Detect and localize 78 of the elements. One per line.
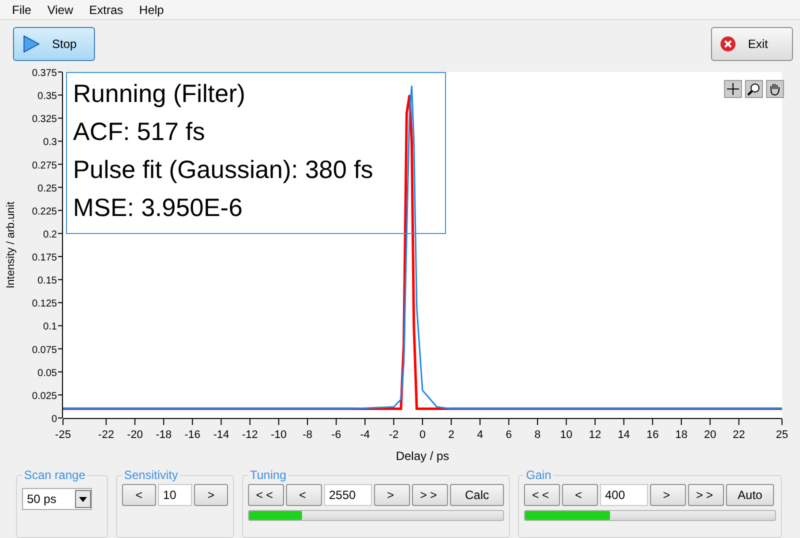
tick-label: -12 <box>242 429 258 441</box>
hand-icon[interactable] <box>766 80 784 98</box>
tick-label: 12 <box>588 429 602 441</box>
group-label: Sensitivity <box>123 468 180 482</box>
zoom-icon[interactable] <box>745 80 763 98</box>
play-icon <box>22 35 40 54</box>
menu-item[interactable]: View <box>39 2 82 17</box>
group-label: Scan range <box>23 468 86 482</box>
exit-button[interactable]: Exit <box>711 27 793 62</box>
tick-label: -8 <box>302 429 312 441</box>
tick-label: 0.025 <box>32 390 57 402</box>
tick-label: 0.375 <box>32 68 57 79</box>
axis-title: Intensity / arb.unit <box>5 202 17 288</box>
step-button[interactable]: << <box>248 484 284 506</box>
tick-label: 0.225 <box>32 206 57 218</box>
tick-label: 25 <box>776 429 788 441</box>
tick-label: 0.325 <box>32 114 57 126</box>
tick-label: 0.1 <box>43 322 57 333</box>
tick-label: -6 <box>331 429 342 441</box>
menu-item[interactable]: Extras <box>81 2 132 17</box>
tick-label: -22 <box>98 429 114 441</box>
tick-label: 0.05 <box>38 368 57 379</box>
tick-label: 18 <box>675 429 688 441</box>
tick-label: 0.125 <box>32 298 57 310</box>
crosshair-icon[interactable] <box>724 80 742 98</box>
status-text: MSE: 3.950E-6 <box>73 193 243 224</box>
menu-item[interactable]: File <box>4 2 40 17</box>
step-button[interactable]: << <box>524 484 560 506</box>
tick-label: -14 <box>213 429 230 441</box>
tick-label: 0.25 <box>38 183 57 194</box>
tick-label: 0.3 <box>43 137 57 148</box>
value-field[interactable]: 10 <box>158 484 192 506</box>
step-button[interactable]: > <box>650 484 686 506</box>
menu-item[interactable]: Help <box>131 2 172 17</box>
tick-label: 16 <box>646 429 659 441</box>
value-field[interactable]: 400 <box>600 484 648 506</box>
tick-label: 8 <box>534 429 541 441</box>
tick-label: 22 <box>732 429 745 441</box>
tick-label: 14 <box>618 429 630 441</box>
tick-label: -4 <box>360 429 370 441</box>
step-button[interactable]: < <box>562 484 598 506</box>
step-button[interactable]: < <box>122 484 156 506</box>
tick-label: 0.175 <box>32 252 57 264</box>
group-label: Gain <box>525 468 552 482</box>
tick-label: 6 <box>506 429 512 441</box>
step-button[interactable]: > <box>374 484 410 506</box>
tick-label: -10 <box>270 429 287 441</box>
step-button[interactable]: > <box>194 484 228 506</box>
tick-label: 4 <box>476 429 484 441</box>
range-dropdown[interactable]: 50 ps <box>22 488 92 510</box>
tick-label: 0.275 <box>32 160 57 172</box>
stop-button[interactable]: Stop <box>13 27 95 62</box>
tick-label: 0.15 <box>38 276 57 287</box>
tick-label: 0.35 <box>38 91 57 102</box>
tick-label: 0 <box>419 429 426 441</box>
tick-label: 0.2 <box>43 229 57 240</box>
status-text: ACF: 517 fs <box>73 117 205 148</box>
tick-label: -2 <box>388 429 399 441</box>
tick-label: -16 <box>184 429 200 441</box>
status-text: Pulse fit (Gaussian): 380 fs <box>73 155 374 186</box>
tick-label: 2 <box>448 429 454 441</box>
tick-label: -20 <box>126 429 143 441</box>
step-button[interactable]: < <box>286 484 322 506</box>
tick-label: -25 <box>55 429 71 441</box>
action-button[interactable]: Auto <box>726 484 774 506</box>
action-button[interactable]: Calc <box>450 484 504 506</box>
tick-label: 0 <box>51 414 57 425</box>
tick-label: 20 <box>704 429 716 441</box>
group-label: Tuning <box>249 468 288 482</box>
axis-title: Delay / ps <box>396 449 450 463</box>
tick-label: 0.075 <box>32 344 57 356</box>
step-button[interactable]: >> <box>688 484 724 506</box>
step-button[interactable]: >> <box>412 484 448 506</box>
close-icon <box>720 36 736 52</box>
tick-label: 10 <box>560 429 572 441</box>
status-text: Running (Filter) <box>73 79 246 110</box>
tick-label: -18 <box>156 429 172 441</box>
value-field[interactable]: 2550 <box>324 484 372 506</box>
